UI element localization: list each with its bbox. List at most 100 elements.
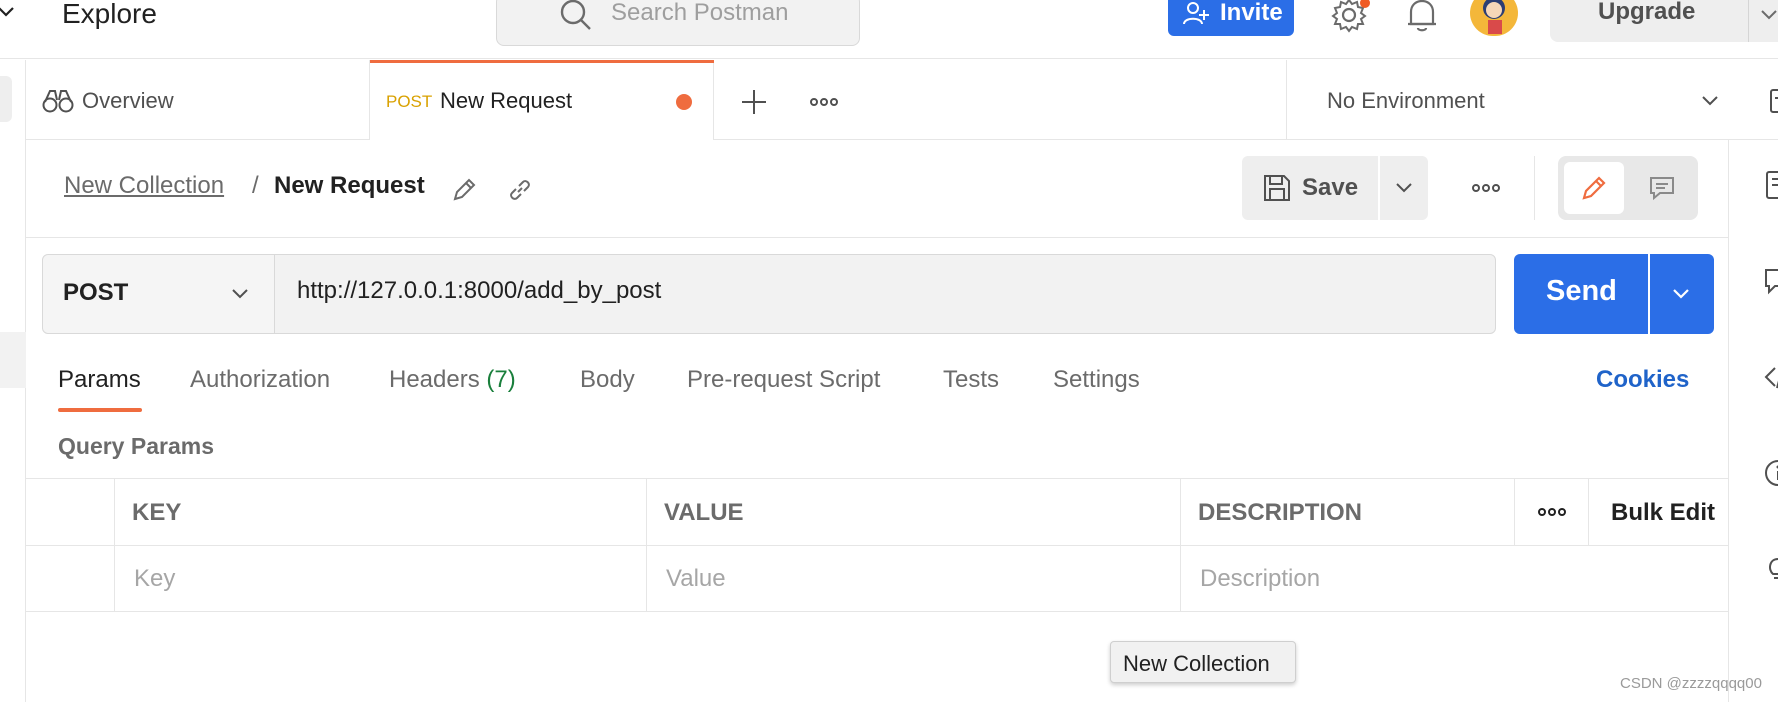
tab-headers[interactable]: Headers (7) (389, 366, 516, 394)
workspace-explore-label[interactable]: Explore (62, 0, 157, 30)
tab-request-label: New Request (440, 88, 573, 113)
save-button[interactable]: Save (1242, 156, 1378, 220)
binoculars-icon (42, 90, 74, 113)
url-bar: POST http://127.0.0.1:8000/add_by_post (42, 254, 1496, 334)
bell-icon[interactable] (1405, 0, 1439, 34)
chevron-down-icon[interactable] (0, 2, 16, 22)
chevron-down-icon (1396, 183, 1412, 193)
add-user-icon (1183, 2, 1209, 25)
column-header-key: KEY (132, 499, 182, 526)
query-params-table: KEY VALUE DESCRIPTION Bulk Edit Key Valu… (26, 478, 1728, 612)
upgrade-button[interactable]: Upgrade (1550, 0, 1778, 42)
invite-label: Invite (1220, 0, 1283, 26)
comment-icon (1650, 177, 1674, 201)
link-icon[interactable] (506, 176, 534, 204)
more-horizontal-icon[interactable] (1532, 497, 1572, 527)
environment-quick-look-icon[interactable] (1767, 84, 1778, 118)
column-header-description: DESCRIPTION (1198, 499, 1363, 526)
query-params-title: Query Params (58, 433, 214, 459)
sidebar-item[interactable] (0, 332, 26, 388)
tooltip: New Collection (1110, 641, 1296, 683)
headers-count-badge: (7) (486, 366, 516, 393)
tab-body[interactable]: Body (580, 366, 635, 394)
notification-dot (1360, 0, 1370, 8)
tab-settings[interactable]: Settings (1053, 366, 1140, 394)
column-header-value: VALUE (664, 499, 744, 526)
sidebar-item[interactable] (0, 76, 12, 122)
request-header: New Collection / New Request Save (26, 140, 1728, 238)
more-horizontal-icon[interactable] (804, 82, 844, 122)
save-options-dropdown[interactable] (1380, 156, 1428, 220)
avatar-image (1483, 0, 1505, 34)
avatar[interactable] (1470, 0, 1518, 36)
save-label: Save (1302, 174, 1359, 201)
description-input[interactable]: Description (1200, 565, 1320, 593)
chevron-down-icon (232, 289, 248, 299)
view-mode-toggle (1558, 156, 1698, 220)
plus-icon[interactable] (734, 82, 774, 122)
send-button[interactable]: Send (1514, 254, 1648, 334)
key-input[interactable]: Key (134, 565, 175, 593)
tab-bar: Overview POST New Request No Environment (26, 60, 1778, 140)
tab-headers-label: Headers (389, 366, 480, 393)
bulk-edit-button[interactable]: Bulk Edit (1611, 499, 1715, 527)
cookies-link[interactable]: Cookies (1596, 366, 1689, 394)
comments-mode-button[interactable] (1632, 162, 1692, 214)
watermark: CSDN @zzzzqqqq00 (1620, 675, 1762, 692)
column-divider (1514, 479, 1515, 546)
tooltip-text: New Collection (1123, 651, 1270, 676)
breadcrumb-collection-link[interactable]: New Collection (64, 172, 224, 200)
active-tab-indicator (58, 408, 142, 412)
breadcrumb-request-title: New Request (274, 172, 425, 199)
pencil-icon (1582, 176, 1606, 200)
table-header-row: KEY VALUE DESCRIPTION Bulk Edit (26, 478, 1728, 546)
search-input[interactable]: Search Postman (496, 0, 860, 46)
send-options-dropdown[interactable] (1650, 254, 1714, 334)
column-divider (114, 546, 115, 612)
divider (1534, 156, 1535, 220)
more-horizontal-icon[interactable] (1466, 170, 1506, 206)
top-header: Explore Search Postman Invite Upgrade (0, 0, 1778, 59)
left-sidebar (0, 60, 26, 702)
column-divider (1180, 546, 1181, 612)
environment-label: No Environment (1327, 88, 1485, 113)
method-value: POST (63, 279, 129, 306)
tab-overview-label: Overview (82, 88, 174, 113)
tab-params[interactable]: Params (58, 366, 141, 394)
unsaved-changes-dot[interactable] (676, 94, 692, 110)
comment-icon[interactable] (1763, 266, 1778, 296)
column-divider (114, 479, 115, 546)
search-icon (560, 0, 591, 30)
column-divider (646, 479, 647, 546)
value-input[interactable]: Value (666, 565, 726, 593)
tab-method-badge: POST (386, 92, 433, 111)
column-divider (1180, 479, 1181, 546)
tab-overview[interactable]: Overview (26, 60, 370, 140)
edit-mode-button[interactable] (1564, 162, 1624, 214)
invite-button[interactable]: Invite (1168, 0, 1294, 36)
environment-selector[interactable]: No Environment (1286, 60, 1778, 140)
documentation-icon[interactable] (1763, 170, 1778, 200)
tab-tests[interactable]: Tests (943, 366, 999, 394)
divider (1748, 0, 1749, 42)
active-tab-indicator (370, 60, 714, 63)
tab-authorization[interactable]: Authorization (190, 366, 330, 394)
column-divider (1588, 479, 1589, 546)
table-row: Key Value Description (26, 545, 1728, 612)
tab-pre-request-script[interactable]: Pre-request Script (687, 366, 880, 394)
chevron-down-icon[interactable] (1758, 4, 1778, 26)
code-icon[interactable] (1763, 362, 1778, 392)
info-icon[interactable] (1763, 458, 1778, 488)
search-placeholder: Search Postman (611, 0, 789, 26)
url-input[interactable]: http://127.0.0.1:8000/add_by_post (297, 277, 661, 305)
method-select[interactable]: POST (43, 255, 275, 333)
breadcrumb-separator: / (252, 172, 259, 199)
pencil-icon[interactable] (450, 176, 478, 204)
column-divider (646, 546, 647, 612)
send-label: Send (1546, 275, 1617, 307)
tab-new-request[interactable]: POST New Request (370, 60, 714, 140)
lightbulb-icon[interactable] (1763, 554, 1778, 584)
right-sidebar (1728, 140, 1778, 702)
upgrade-label: Upgrade (1598, 0, 1696, 25)
chevron-down-icon (1702, 96, 1718, 106)
